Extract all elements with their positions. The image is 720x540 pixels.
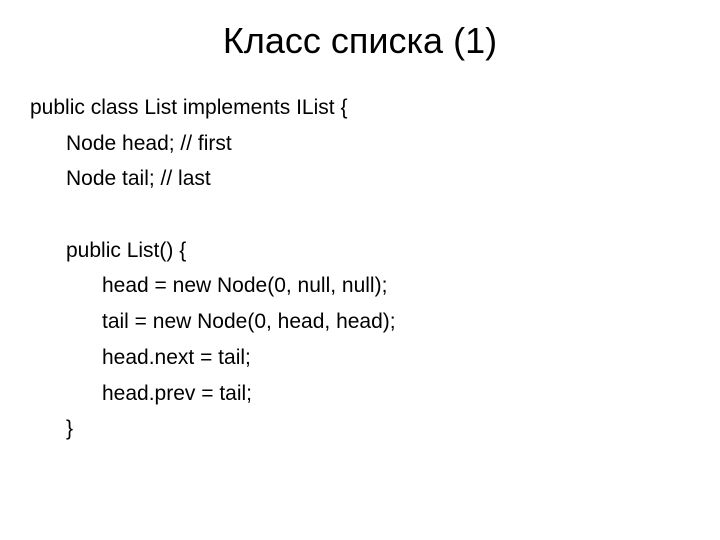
slide-title: Класс списка (1) — [30, 20, 690, 62]
code-line: Node head; // first — [30, 126, 690, 162]
code-line: head.next = tail; — [30, 340, 690, 376]
code-line: Node tail; // last — [30, 161, 690, 197]
code-line: } — [30, 411, 690, 447]
code-line: head = new Node(0, null, null); — [30, 268, 690, 304]
code-block: public class List implements IList { Nod… — [30, 90, 690, 447]
code-line: public List() { — [30, 233, 690, 269]
code-line: tail = new Node(0, head, head); — [30, 304, 690, 340]
code-line: head.prev = tail; — [30, 376, 690, 412]
slide-container: Класс списка (1) public class List imple… — [0, 0, 720, 540]
code-line — [30, 197, 690, 233]
code-line: public class List implements IList { — [30, 90, 690, 126]
